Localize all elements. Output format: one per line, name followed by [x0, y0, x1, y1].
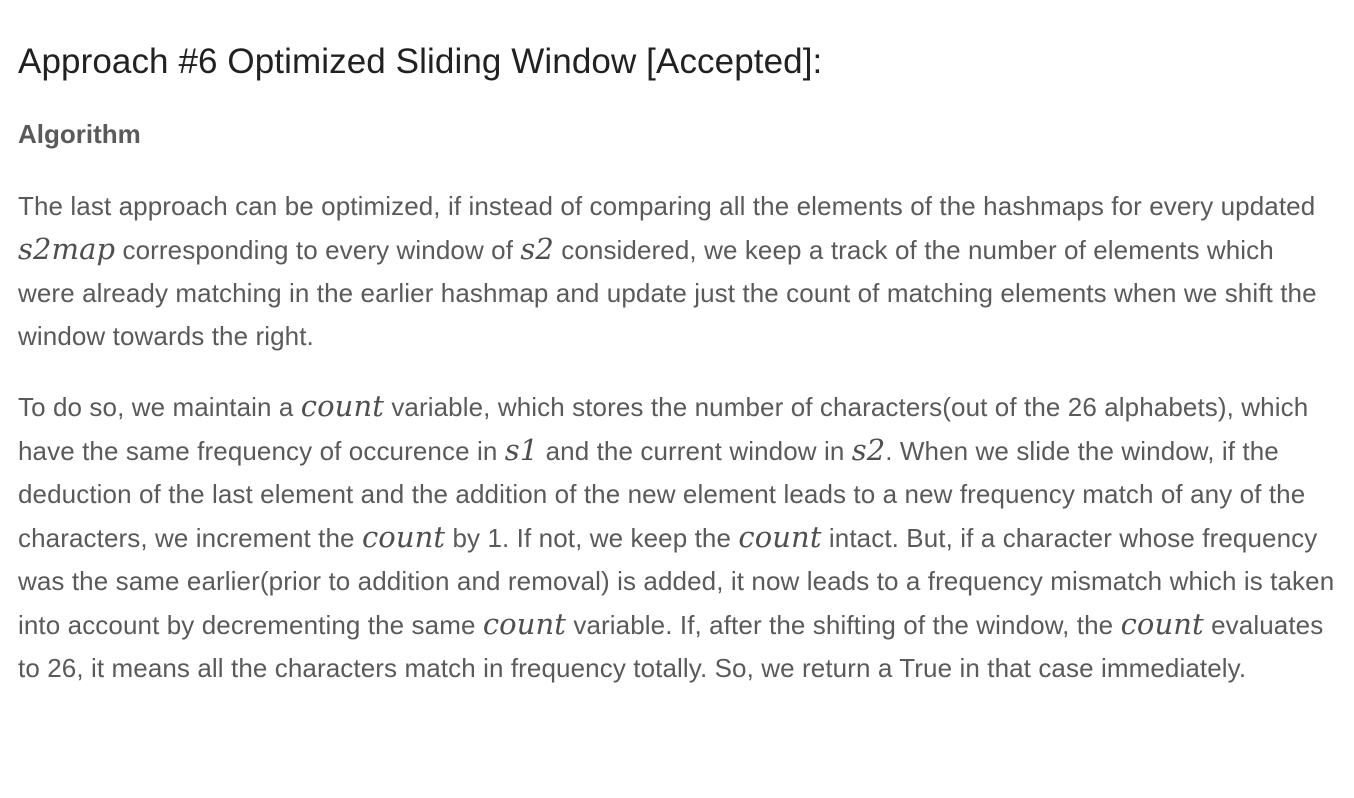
text-run: and the current window in [538, 436, 852, 466]
article-section: Approach #6 Optimized Sliding Window [Ac… [0, 0, 1354, 798]
math-s2map: s2map [18, 232, 116, 266]
paragraph-count-variable: To do so, we maintain a count variable, … [18, 358, 1336, 690]
text-run: variable. If, after the shifting of the … [566, 610, 1121, 640]
math-count: count [1120, 607, 1204, 641]
math-count: count [738, 520, 822, 554]
approach-heading: Approach #6 Optimized Sliding Window [Ac… [18, 42, 823, 81]
math-s2: s2 [851, 433, 886, 467]
text-run: To do so, we maintain a [18, 392, 301, 422]
algorithm-subheading: Algorithm [18, 119, 141, 149]
math-s2: s2 [520, 232, 554, 266]
math-s1: s1 [504, 433, 539, 467]
text-run: by 1. If not, we keep the [445, 523, 739, 553]
math-count: count [482, 607, 567, 641]
math-count: count [300, 389, 384, 423]
text-run: corresponding to every window of [115, 235, 521, 265]
math-count: count [361, 520, 446, 554]
paragraph-optimization: The last approach can be optimized, if i… [18, 152, 1336, 358]
text-run: The last approach can be optimized, if i… [18, 191, 1316, 221]
